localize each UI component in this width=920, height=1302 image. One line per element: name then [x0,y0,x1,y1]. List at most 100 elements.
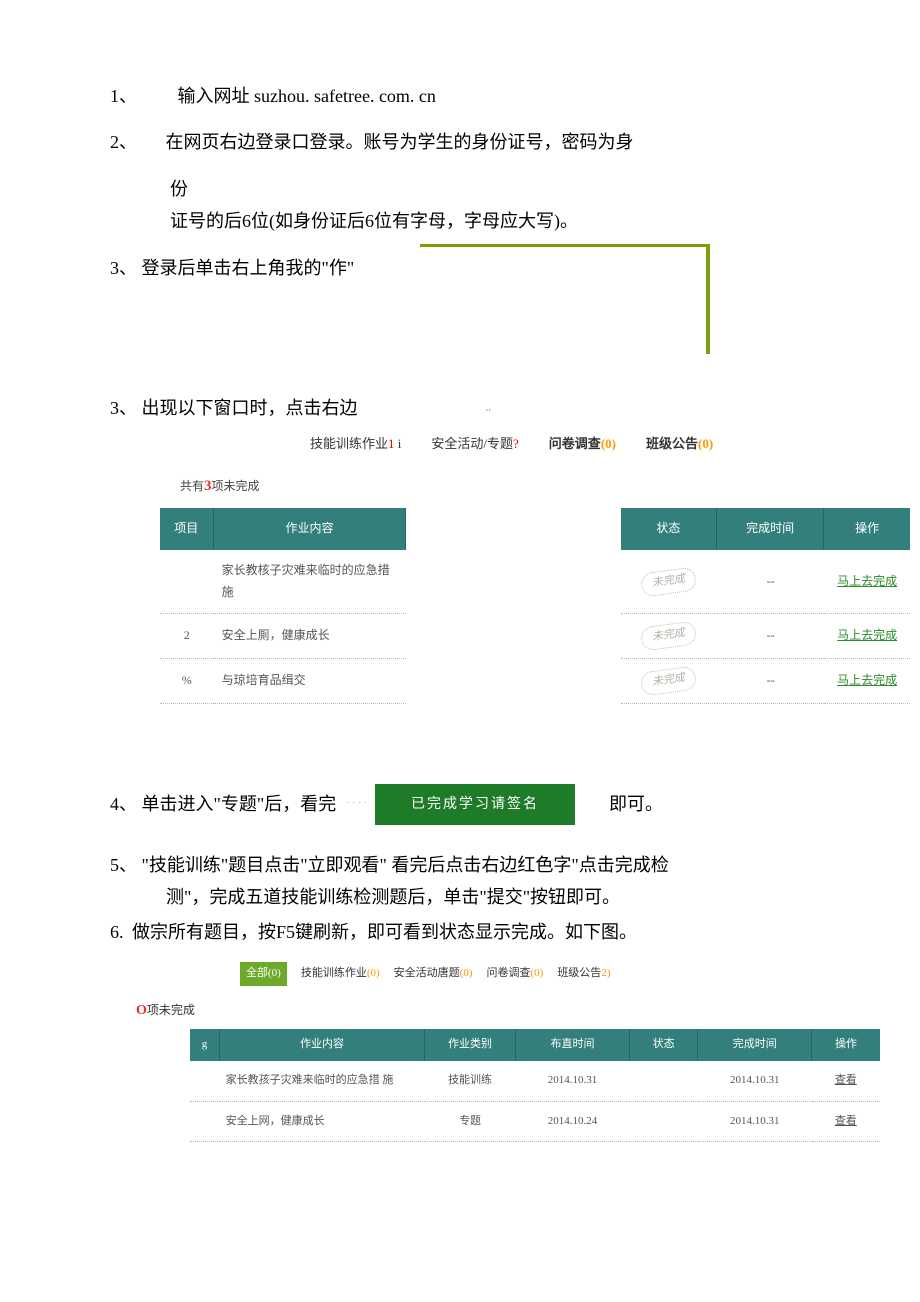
prefix: 共有 [180,479,204,493]
view-link[interactable]: 查看 [835,1074,857,1086]
tab-label: 技能训练作业 [301,967,367,979]
cell-content: 安全上网，健康成长 [220,1101,425,1142]
cell-action: 查看 [812,1061,880,1101]
tab-activity[interactable]: 安全活动唐题(0) [394,964,473,984]
homework-table-1: 项目 作业内容 状态 完成时间 操作 家长教核子灾难来临时的应急措施 未完成 -… [160,508,910,703]
cell-type: 技能训练 [425,1061,516,1101]
cell-status: 未完成 [621,550,717,614]
table-row: % 与琼培育品缉交 未完成 -- 马上去完成 [160,659,910,704]
view-link[interactable]: 查看 [835,1115,857,1127]
th-status: 状态 [629,1029,697,1061]
cell-g [190,1061,220,1101]
cell-gap [406,659,620,704]
cell-num [160,550,214,614]
step-number: 6. [110,916,124,948]
th-action: 操作 [824,508,910,550]
tab-bar-1: 技能训练作业1 i 安全活动/专题? 问卷调查(0) 班级公告(0) [310,432,820,455]
tab-label: 问卷调查 [549,436,601,451]
table-header-row: g 作业内容 作业类别 布直时间 状态 完成时间 操作 [190,1029,880,1061]
th-complete-time: 完成时间 [698,1029,812,1061]
screenshot-placeholder-border [420,244,710,354]
step-text-line2: 测"，完成五道技能训练检测题后，单击"提交"按钮即可。 [124,881,820,913]
step-text-tail: 即可。 [609,788,663,820]
cell-gap [406,550,620,614]
step-number: 4、 [110,788,137,820]
sign-learning-complete-button[interactable]: 已完成学习请签名 [375,784,575,825]
tab-label: 技能训练作业 [310,436,388,451]
fragment-text: · · · · [346,795,367,813]
step-2-cont-b: 证号的后6位(如身份证后6位有字母，字母应大写)。 [110,205,820,237]
cell-action: 马上去完成 [824,659,910,704]
homework-table-2: g 作业内容 作业类别 布直时间 状态 完成时间 操作 家长教孩子灾难来临时的应… [190,1029,880,1142]
step-6: 6. 做宗所有题目，按F5键刷新，即可看到状态显示完成。如下图。 [110,916,820,948]
cell-num: 2 [160,614,214,659]
tab-label: 全部 [246,967,268,979]
th-content: 作业内容 [220,1029,425,1061]
step-text: 在网页右边登录口登录。账号为学生的身份证号，密码为身 [166,132,634,152]
tab-count: (0) [698,436,713,451]
cell-time: -- [717,550,824,614]
tab-activity[interactable]: 安全活动/专题? [431,432,518,455]
cell-action: 查看 [812,1101,880,1142]
tab-skill[interactable]: 技能训练作业1 i [310,432,401,455]
step-text: 做宗所有题目，按F5键刷新，即可看到状态显示完成。如下图。 [132,922,637,942]
tab-count: (0) [268,967,281,979]
go-complete-link[interactable]: 马上去完成 [837,673,897,687]
tab-count: 2) [601,967,610,979]
count: O [136,1003,147,1018]
go-complete-link[interactable]: 马上去完成 [837,628,897,642]
th-type: 作业类别 [425,1029,516,1061]
incomplete-stamp: 未完成 [640,566,698,597]
step-5: 5、 "技能训练"题目点击"立即观看" 看完后点击右边红色字"点击完成检 测"，… [124,849,820,914]
tab-all[interactable]: 全部(0) [240,962,287,986]
th-time: 完成时间 [717,508,824,550]
th-gap [406,508,620,550]
cell-status: 未完成 [621,659,717,704]
step-text: 单击进入"专题"后，看完 [142,794,337,814]
cell-publish-time: 2014.10.31 [516,1061,630,1101]
cell-action: 马上去完成 [824,550,910,614]
tab-skill[interactable]: 技能训练作业(0) [301,964,380,984]
cell-time: -- [717,614,824,659]
tab-class-notice[interactable]: 班级公告2) [557,964,610,984]
tab-count: (0) [367,967,380,979]
tab-label: 安全活动/专题 [431,436,513,451]
table-row: 家长教孩子灾难来临时的应急措 施 技能训练 2014.10.31 2014.10… [190,1061,880,1101]
incomplete-summary-1: 共有3项未完成 [180,473,820,500]
cell-complete-time: 2014.10.31 [698,1101,812,1142]
table-row: 2 安全上厠，健康成长 未完成 -- 马上去完成 [160,614,910,659]
tab-count: (0) [460,967,473,979]
step-number: 5、 [110,849,137,881]
cell-time: -- [717,659,824,704]
tab-class-notice[interactable]: 班级公告(0) [646,432,713,455]
tab-survey[interactable]: 问卷调查(0) [549,432,616,455]
step-number: 3、 [110,392,137,424]
table-header-row: 项目 作业内容 状态 完成时间 操作 [160,508,910,550]
tab-label: 安全活动唐题 [394,967,460,979]
cell-complete-time: 2014.10.31 [698,1061,812,1101]
tab-survey[interactable]: 问卷调查(0) [486,964,543,984]
cell-status [629,1061,697,1101]
step-number: 2、 [110,126,137,158]
suffix: 项未完成 [212,479,260,493]
cell-publish-time: 2014.10.24 [516,1101,630,1142]
th-content: 作业内容 [214,508,407,550]
cell-action: 马上去完成 [824,614,910,659]
step-4-row: 4、 单击进入"专题"后，看完 · · · · 已完成学习请签名 即可。 [110,784,820,825]
cell-gap [406,614,620,659]
step-number: 1、 [110,80,137,112]
cell-content: 家长教孩子灾难来临时的应急措 施 [220,1061,425,1101]
step-text: 登录后单击右上角我的"作" [142,258,355,278]
step-text: 出现以下窗口时，点击右边 [142,398,358,418]
cell-content: 安全上厠，健康成长 [214,614,407,659]
tab-label: 班级公告 [646,436,698,451]
fragment-text: ,, [486,398,492,418]
tab-count: (0) [530,967,543,979]
th-status: 状态 [621,508,717,550]
step-3b-row: 3、 出现以下窗口时，点击右边 ,, [110,392,820,424]
step-text: 输入网址 suzhou. safetree. com. cn [178,86,436,106]
go-complete-link[interactable]: 马上去完成 [837,574,897,588]
th-action: 操作 [812,1029,880,1061]
tab-label: 班级公告 [557,967,601,979]
incomplete-summary-2: O项未完成 [136,998,820,1023]
